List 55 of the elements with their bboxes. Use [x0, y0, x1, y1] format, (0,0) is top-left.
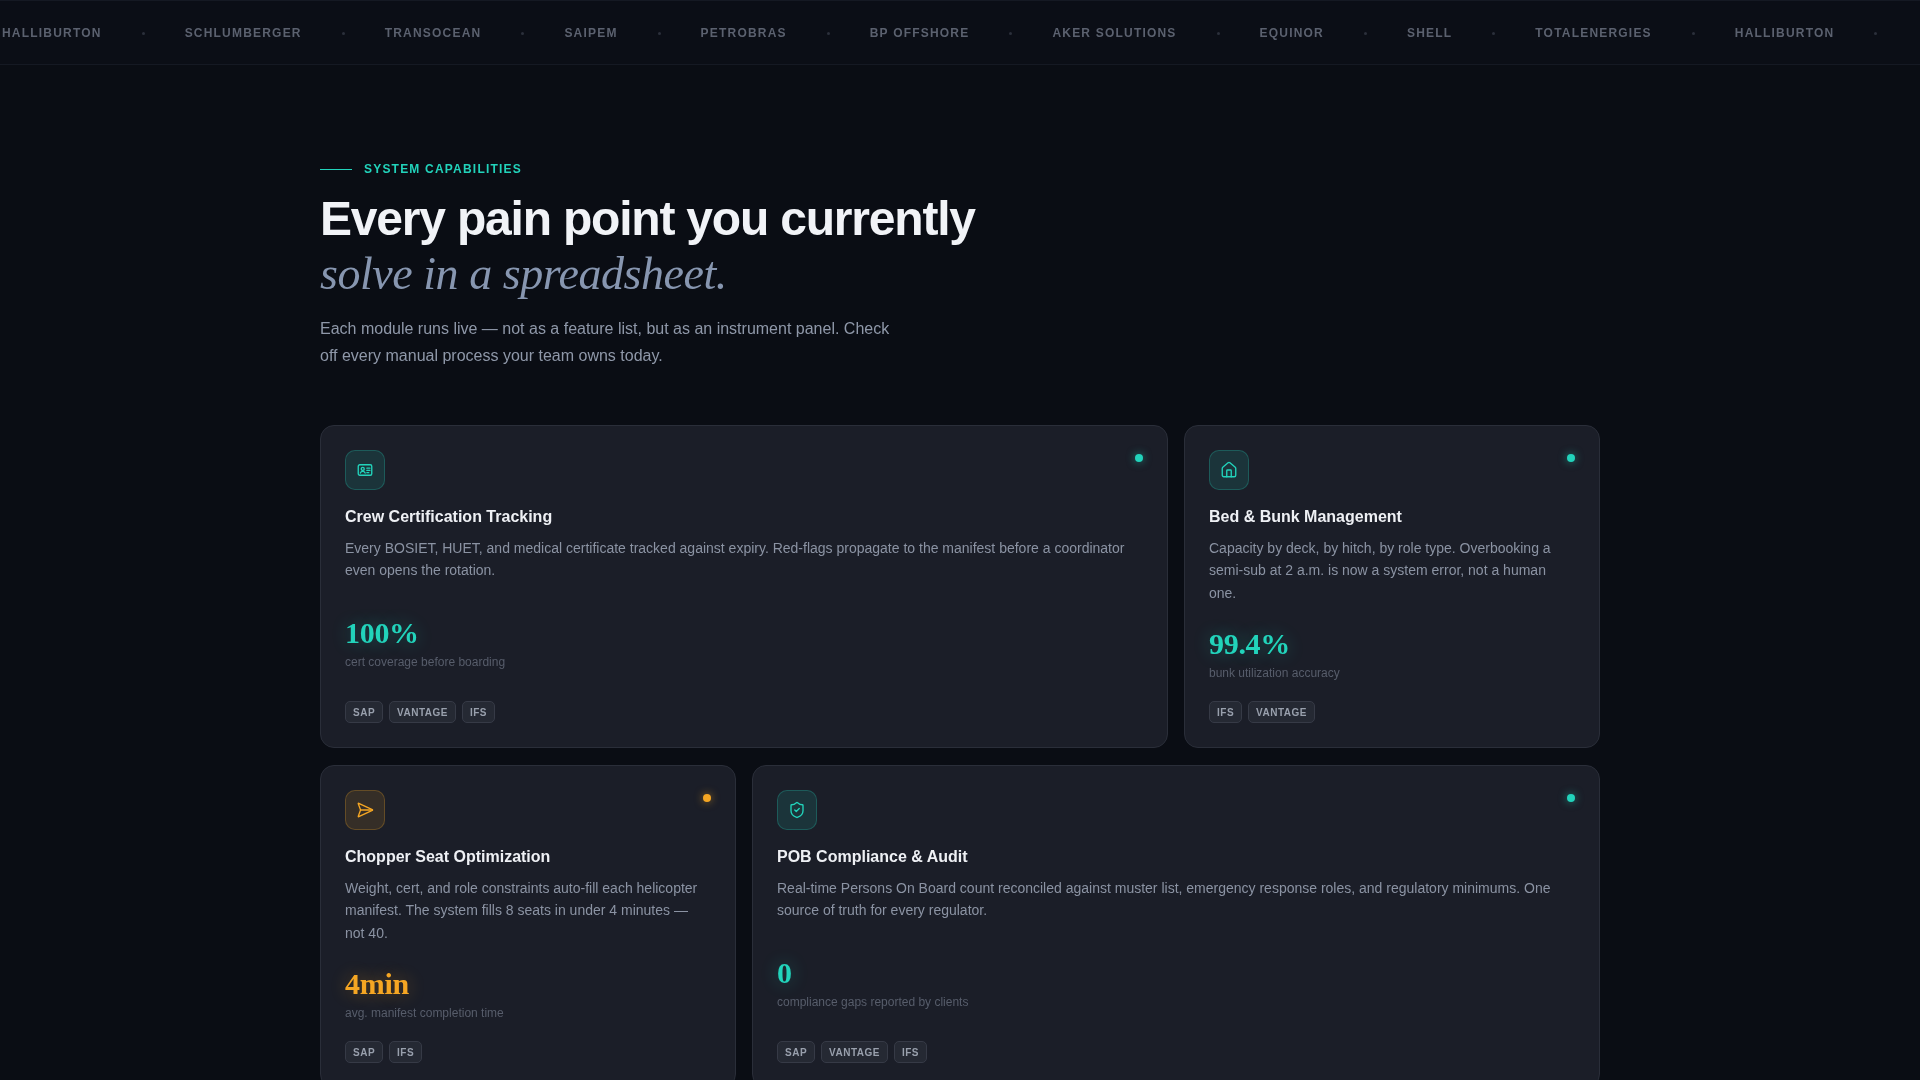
card-title: POB Compliance & Audit: [777, 847, 969, 867]
client-name: SAIPEM: [564, 24, 618, 41]
card-description: Weight, cert, and role constraints auto-fill each helicopter manifest. The system fills 8 seats in under 4 minutes — not 40.: [345, 879, 699, 943]
card-description: Capacity by deck, by hitch, by role type. Overbooking a semi-sub at 2 a.m. is now a system error, not a human one.: [1209, 538, 1552, 603]
card-description: Real-time Persons On Board count reconciled against muster list, emergency response roles, and regulatory minimums. One source of truth for every regulator.: [777, 879, 1552, 921]
id-card-icon: [345, 449, 385, 490]
client-name: SCHLUMBERGER: [184, 24, 302, 41]
metric-value: 4min: [345, 967, 409, 1001]
card-title: Crew Certification Tracking: [345, 506, 554, 527]
client-name: BP OFFSHORE: [869, 24, 970, 41]
integration-tag: VANTAGE: [1248, 701, 1315, 723]
separator-dot-icon: [1874, 32, 1878, 35]
client-name: SHELL: [1406, 24, 1453, 41]
client-name: EQUINOR: [1259, 24, 1324, 41]
separator-dot-icon: [521, 32, 525, 35]
separator-dot-icon: [826, 32, 830, 35]
metric-value: 100%: [345, 615, 419, 649]
integration-tag: IFS: [1209, 701, 1243, 723]
metric-value: 99.4%: [1209, 627, 1290, 660]
shield-check-icon: [777, 790, 817, 830]
metric-value: 0: [777, 956, 792, 990]
client-name: HALLIBURTON: [2, 24, 102, 41]
integration-tag: VANTAGE: [389, 701, 456, 723]
paper-plane-icon: [345, 790, 385, 830]
card-title: Chopper Seat Optimization: [345, 847, 552, 867]
separator-dot-icon: [1363, 32, 1367, 35]
client-name: AKER SOLUTIONS: [1052, 24, 1177, 41]
integration-tag: SAP: [345, 701, 384, 723]
intro-text: Each module runs live — not as a feature list, but as an instrument panel. Check off every manual process your team owns today.: [320, 318, 891, 366]
integration-tag: VANTAGE: [821, 1041, 888, 1064]
client-name: HALLIBURTON: [1734, 24, 1835, 41]
separator-dot-icon: [141, 32, 145, 35]
home-icon: [1209, 449, 1249, 490]
metric-label: avg. manifest completion time: [345, 1005, 504, 1022]
integration-tag: IFS: [389, 1041, 423, 1064]
integration-tag: IFS: [462, 701, 496, 723]
separator-dot-icon: [1009, 32, 1013, 35]
integration-tag: SAP: [777, 1041, 816, 1064]
separator-dot-icon: [1216, 32, 1220, 35]
section-heading: Every pain point you currently solve in a spreadsheet.: [320, 193, 977, 301]
metric-label: compliance gaps reported by clients: [777, 994, 969, 1011]
integration-tag: IFS: [894, 1041, 928, 1064]
metric-label: bunk utilization accuracy: [1209, 665, 1340, 681]
card-description: Every BOSIET, HUET, and medical certificate tracked against expiry. Red-flags propagate to the manifest before a coordinator even opens the rotation.: [345, 538, 1126, 581]
card-title: Bed & Bunk Management: [1209, 506, 1403, 527]
eyebrow-label: SYSTEM CAPABILITIES: [364, 161, 522, 177]
separator-dot-icon: [1492, 32, 1496, 35]
separator-dot-icon: [1691, 32, 1695, 35]
separator-dot-icon: [657, 32, 661, 35]
client-name: PETROBRAS: [700, 24, 787, 41]
client-name: TOTALENERGIES: [1535, 24, 1652, 41]
separator-dot-icon: [341, 32, 345, 35]
client-name: TRANSOCEAN: [384, 24, 482, 41]
metric-label: cert coverage before boarding: [345, 653, 506, 670]
integration-tag: SAP: [345, 1041, 384, 1064]
